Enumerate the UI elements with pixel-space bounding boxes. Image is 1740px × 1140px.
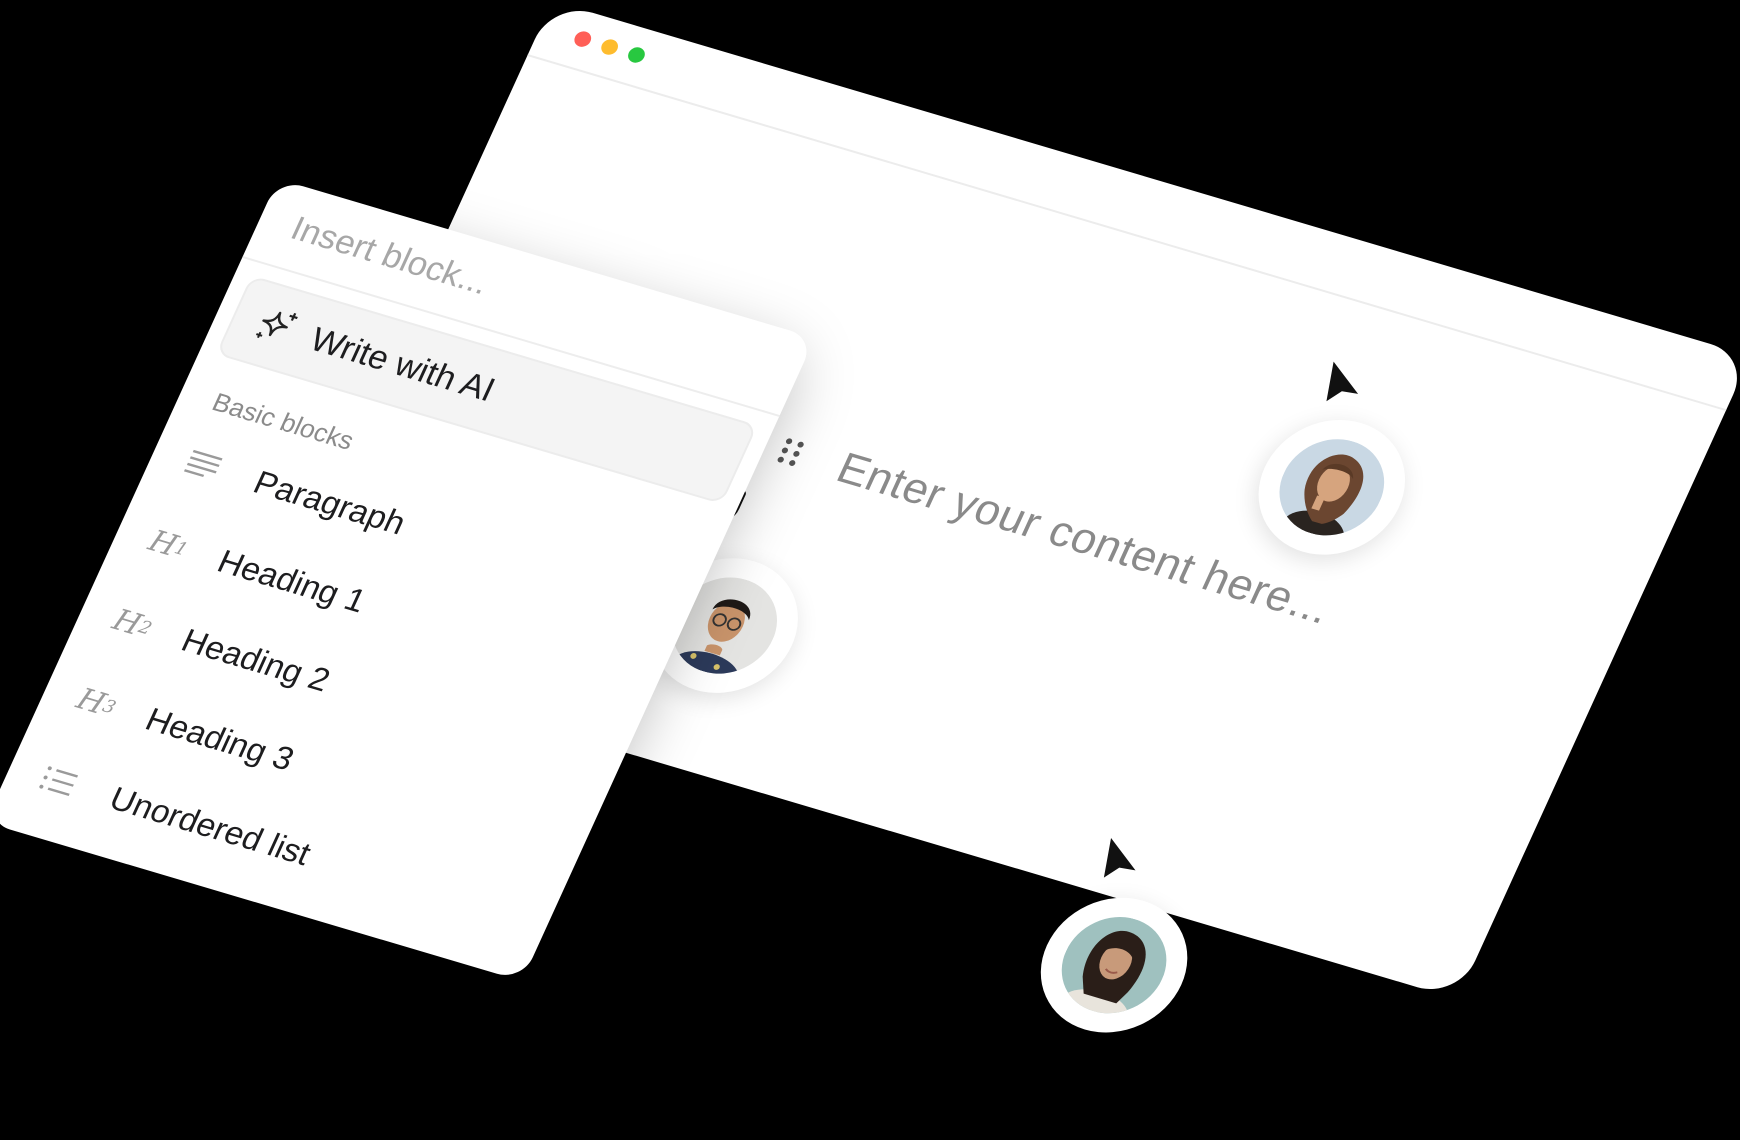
- h3-icon: H3: [71, 681, 120, 722]
- svg-text:2: 2: [1, 858, 12, 870]
- cursor-arrow-icon: [1309, 357, 1373, 418]
- h1-icon: H1: [143, 523, 192, 564]
- paragraph-icon: [181, 448, 235, 486]
- minimize-window-button[interactable]: [598, 37, 621, 57]
- menu-item-label: Heading 1: [212, 542, 372, 620]
- menu-item-label: Heading 3: [140, 700, 300, 778]
- maximize-window-button[interactable]: [625, 45, 648, 65]
- task-list-icon: [0, 922, 19, 960]
- ordered-list-icon: 1 2: [0, 842, 55, 882]
- h2-icon: H2: [107, 602, 156, 643]
- menu-item-label: Heading 2: [176, 621, 336, 699]
- unordered-list-icon: [37, 764, 91, 802]
- menu-item-label: Task list: [32, 937, 161, 982]
- write-with-ai-label: Write with AI: [304, 320, 501, 409]
- close-window-button[interactable]: [571, 29, 594, 49]
- avatar-collaborator-woman-1: [1235, 403, 1429, 572]
- cursor-arrow-icon: [1087, 833, 1151, 894]
- svg-text:1: 1: [7, 845, 18, 857]
- avatar-collaborator-woman-2: [1017, 880, 1211, 1050]
- sparkles-icon: [249, 302, 303, 352]
- editor-block-row: + Enter your content here...: [701, 406, 1338, 635]
